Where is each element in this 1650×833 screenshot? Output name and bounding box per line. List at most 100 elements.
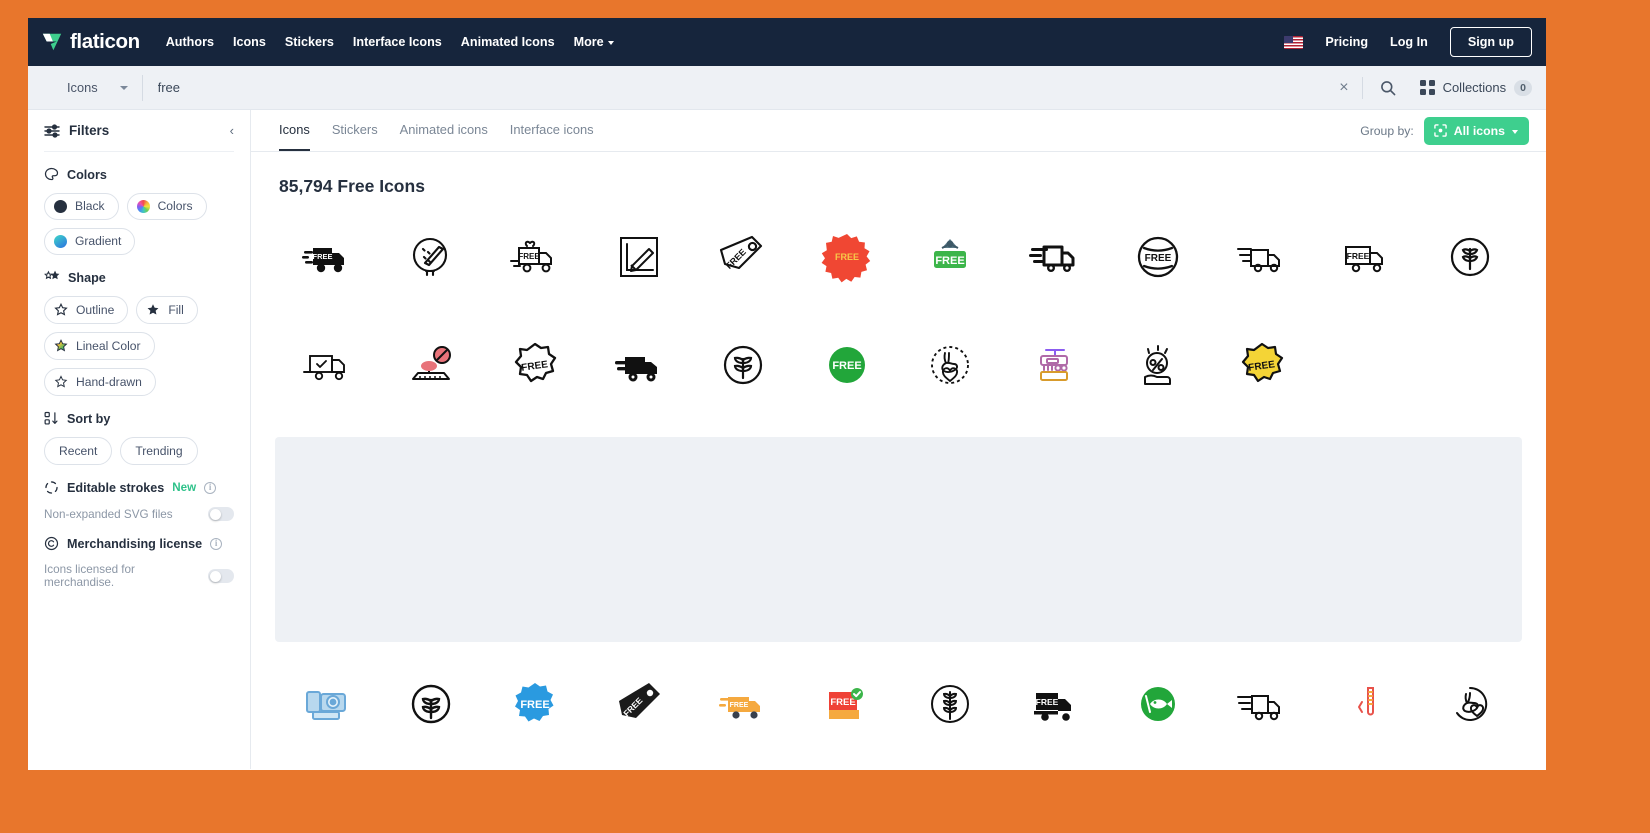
nav-label: Stickers — [284, 35, 334, 49]
collections-button[interactable]: Collections 0 — [1419, 79, 1532, 96]
icon-card-free-shop-tag[interactable]: FREE — [795, 656, 899, 752]
filter-chip-colors[interactable]: Colors — [126, 193, 207, 220]
filter-chip-outline[interactable]: Outline — [44, 296, 129, 324]
icon-grid-row-3: FREE FREE FREE FREE FREE — [251, 656, 1546, 752]
icon-card-free-delivery-truck-filled[interactable]: FREE — [275, 209, 379, 305]
filter-chip-lineal-color[interactable]: Lineal Color — [44, 332, 155, 360]
free-starburst-badge-icon: FREE — [514, 342, 556, 383]
search-submit-button[interactable] — [1363, 80, 1412, 96]
filter-chip-fill[interactable]: Fill — [136, 296, 198, 324]
icon-card-free-green-circle-badge[interactable]: FREE — [795, 317, 899, 413]
icon-card-gluten-free-wheat-outline[interactable] — [379, 656, 483, 752]
icon-card-cruelty-free-bunny-outline[interactable] — [1418, 656, 1522, 752]
flaticon-logo[interactable]: flaticon — [41, 30, 140, 54]
nav-label: Authors — [165, 35, 214, 49]
icon-card-embroidery-machine[interactable] — [1002, 317, 1106, 413]
icon-card-free-green-hanging-sign[interactable]: FREE — [898, 209, 1002, 305]
icon-card-free-camera-equipment[interactable] — [275, 656, 379, 752]
search-scope-dropdown[interactable]: Icons — [41, 74, 143, 101]
icon-card-zero-percent-interest-hand[interactable] — [1106, 317, 1210, 413]
filter-chip-gradient[interactable]: Gradient — [44, 228, 136, 255]
icon-card-free-fast-truck-outline[interactable] — [1210, 209, 1314, 305]
filter-chip-recent[interactable]: Recent — [44, 437, 113, 466]
icon-card-freehand-pencil-drawing[interactable] — [587, 209, 691, 305]
star-color-icon — [54, 339, 68, 352]
all-icons-icon — [1433, 124, 1447, 137]
icon-card-no-keyboard-blocked[interactable] — [379, 317, 483, 413]
nav-label: More — [573, 35, 604, 49]
tab-interface-icons[interactable]: Interface icons — [510, 110, 594, 151]
nav-link-stickers[interactable]: Stickers — [285, 35, 334, 49]
search-input[interactable] — [157, 80, 1327, 95]
grid-icon — [1419, 80, 1435, 95]
filter-group-label: Shape — [68, 270, 106, 285]
filter-chip-black[interactable]: Black — [44, 193, 119, 220]
icon-grid-row-1: FREE FREE FREE FREE FREE FREE FREE — [251, 209, 1546, 305]
icon-card-fish-free-green-circle[interactable] — [1106, 656, 1210, 752]
icon-card-free-starburst-badge[interactable]: FREE — [483, 317, 587, 413]
nav-link-icons[interactable]: Icons — [233, 35, 266, 49]
main-scrollbar[interactable] — [1540, 110, 1546, 769]
icon-card-gluten-free-circle[interactable] — [1418, 209, 1522, 305]
editable-strokes-icon — [45, 481, 58, 494]
free-delivery-truck-filled-icon: FREE — [301, 248, 344, 273]
signup-button[interactable]: Sign up — [1449, 27, 1532, 57]
filter-chip-trending[interactable]: Trending — [120, 437, 198, 466]
flaticon-logo-icon — [42, 33, 62, 51]
icon-card-free-price-tag[interactable]: FREE — [691, 209, 795, 305]
icon-card-free-truck-solid[interactable] — [587, 317, 691, 413]
tab-animated-icons[interactable]: Animated icons — [400, 110, 488, 151]
shape-filter-chips: Outline Fill Lineal Color Hand-drawn — [44, 296, 234, 396]
free-blue-badge-icon: FREE — [514, 683, 554, 722]
icon-card-gluten-free-stem-circle[interactable] — [898, 656, 1002, 752]
filter-group-colors: Colors Black Colors Gradient — [44, 167, 234, 255]
free-truck-label-icon: FREE — [1345, 246, 1384, 273]
gluten-free-wheat-outline-icon — [411, 684, 451, 724]
nav-link-interface-icons[interactable]: Interface Icons — [353, 35, 442, 49]
icon-card-free-red-badge[interactable]: FREE — [795, 209, 899, 305]
group-by-button[interactable]: All icons — [1423, 116, 1529, 145]
free-delivery-check-truck-icon — [303, 355, 345, 381]
results-tabs-bar: Icons Stickers Animated icons Interface … — [251, 110, 1546, 152]
free-fast-truck-outline-icon — [1237, 248, 1281, 273]
icon-card-free-kick-ball-circle[interactable] — [379, 209, 483, 305]
free-price-tag-icon: FREE — [719, 235, 762, 271]
collections-label: Collections — [1442, 80, 1507, 95]
cruelty-free-rabbit-heart-icon — [931, 346, 970, 384]
login-link[interactable]: Log In — [1390, 35, 1428, 49]
filter-chip-hand-drawn[interactable]: Hand-drawn — [44, 368, 156, 396]
icon-card-free-delivery-van-lines[interactable] — [1210, 656, 1314, 752]
icon-card-free-orange-delivery-van[interactable]: FREE — [691, 656, 795, 752]
copyright-icon — [44, 536, 59, 551]
filter-group-shape: Shape Outline Fill Lineal Color Hand-dra… — [44, 270, 234, 396]
merchandise-license-toggle[interactable] — [208, 569, 234, 584]
nav-link-more[interactable]: More — [574, 35, 614, 49]
nav-link-authors[interactable]: Authors — [166, 35, 214, 49]
non-expanded-svg-toggle[interactable] — [208, 507, 234, 522]
pricing-link[interactable]: Pricing — [1325, 35, 1368, 49]
icon-card-free-shipping-box-truck[interactable]: FREE — [1002, 656, 1106, 752]
icon-card-free-shipping-truck-speed[interactable] — [1002, 209, 1106, 305]
icon-card-free-truck-label[interactable]: FREE — [1314, 209, 1418, 305]
non-expanded-svg-label: Non-expanded SVG files — [44, 507, 173, 521]
icon-card-free-delivery-check-truck[interactable] — [275, 317, 379, 413]
tab-icons[interactable]: Icons — [279, 110, 310, 151]
filter-group-sort-by: Sort by Recent Trending — [44, 411, 234, 466]
icon-card-free-black-tag[interactable]: FREE — [587, 656, 691, 752]
icon-card-cruelty-free-rabbit-heart[interactable] — [898, 317, 1002, 413]
icon-card-free-blue-badge[interactable]: FREE — [483, 656, 587, 752]
collapse-sidebar-icon[interactable]: ‹ — [230, 124, 234, 137]
chip-label: Hand-drawn — [76, 374, 142, 389]
info-icon[interactable]: i — [204, 481, 217, 494]
icon-card-free-thermometer-red[interactable] — [1314, 656, 1418, 752]
us-flag-icon[interactable] — [1284, 35, 1304, 49]
tab-stickers[interactable]: Stickers — [332, 110, 378, 151]
icon-card-free-circle-stamp[interactable]: FREE — [1106, 209, 1210, 305]
info-icon[interactable]: i — [210, 537, 223, 550]
nav-link-animated-icons[interactable]: Animated Icons — [461, 35, 555, 49]
icon-card-gluten-free-wheat-circle[interactable] — [691, 317, 795, 413]
icon-card-free-gift-delivery-truck[interactable]: FREE — [483, 209, 587, 305]
primary-nav: Authors Icons Stickers Interface Icons A… — [166, 35, 614, 49]
clear-search-icon[interactable]: × — [1326, 79, 1361, 96]
icon-card-free-yellow-starburst[interactable]: FREE — [1210, 317, 1314, 413]
